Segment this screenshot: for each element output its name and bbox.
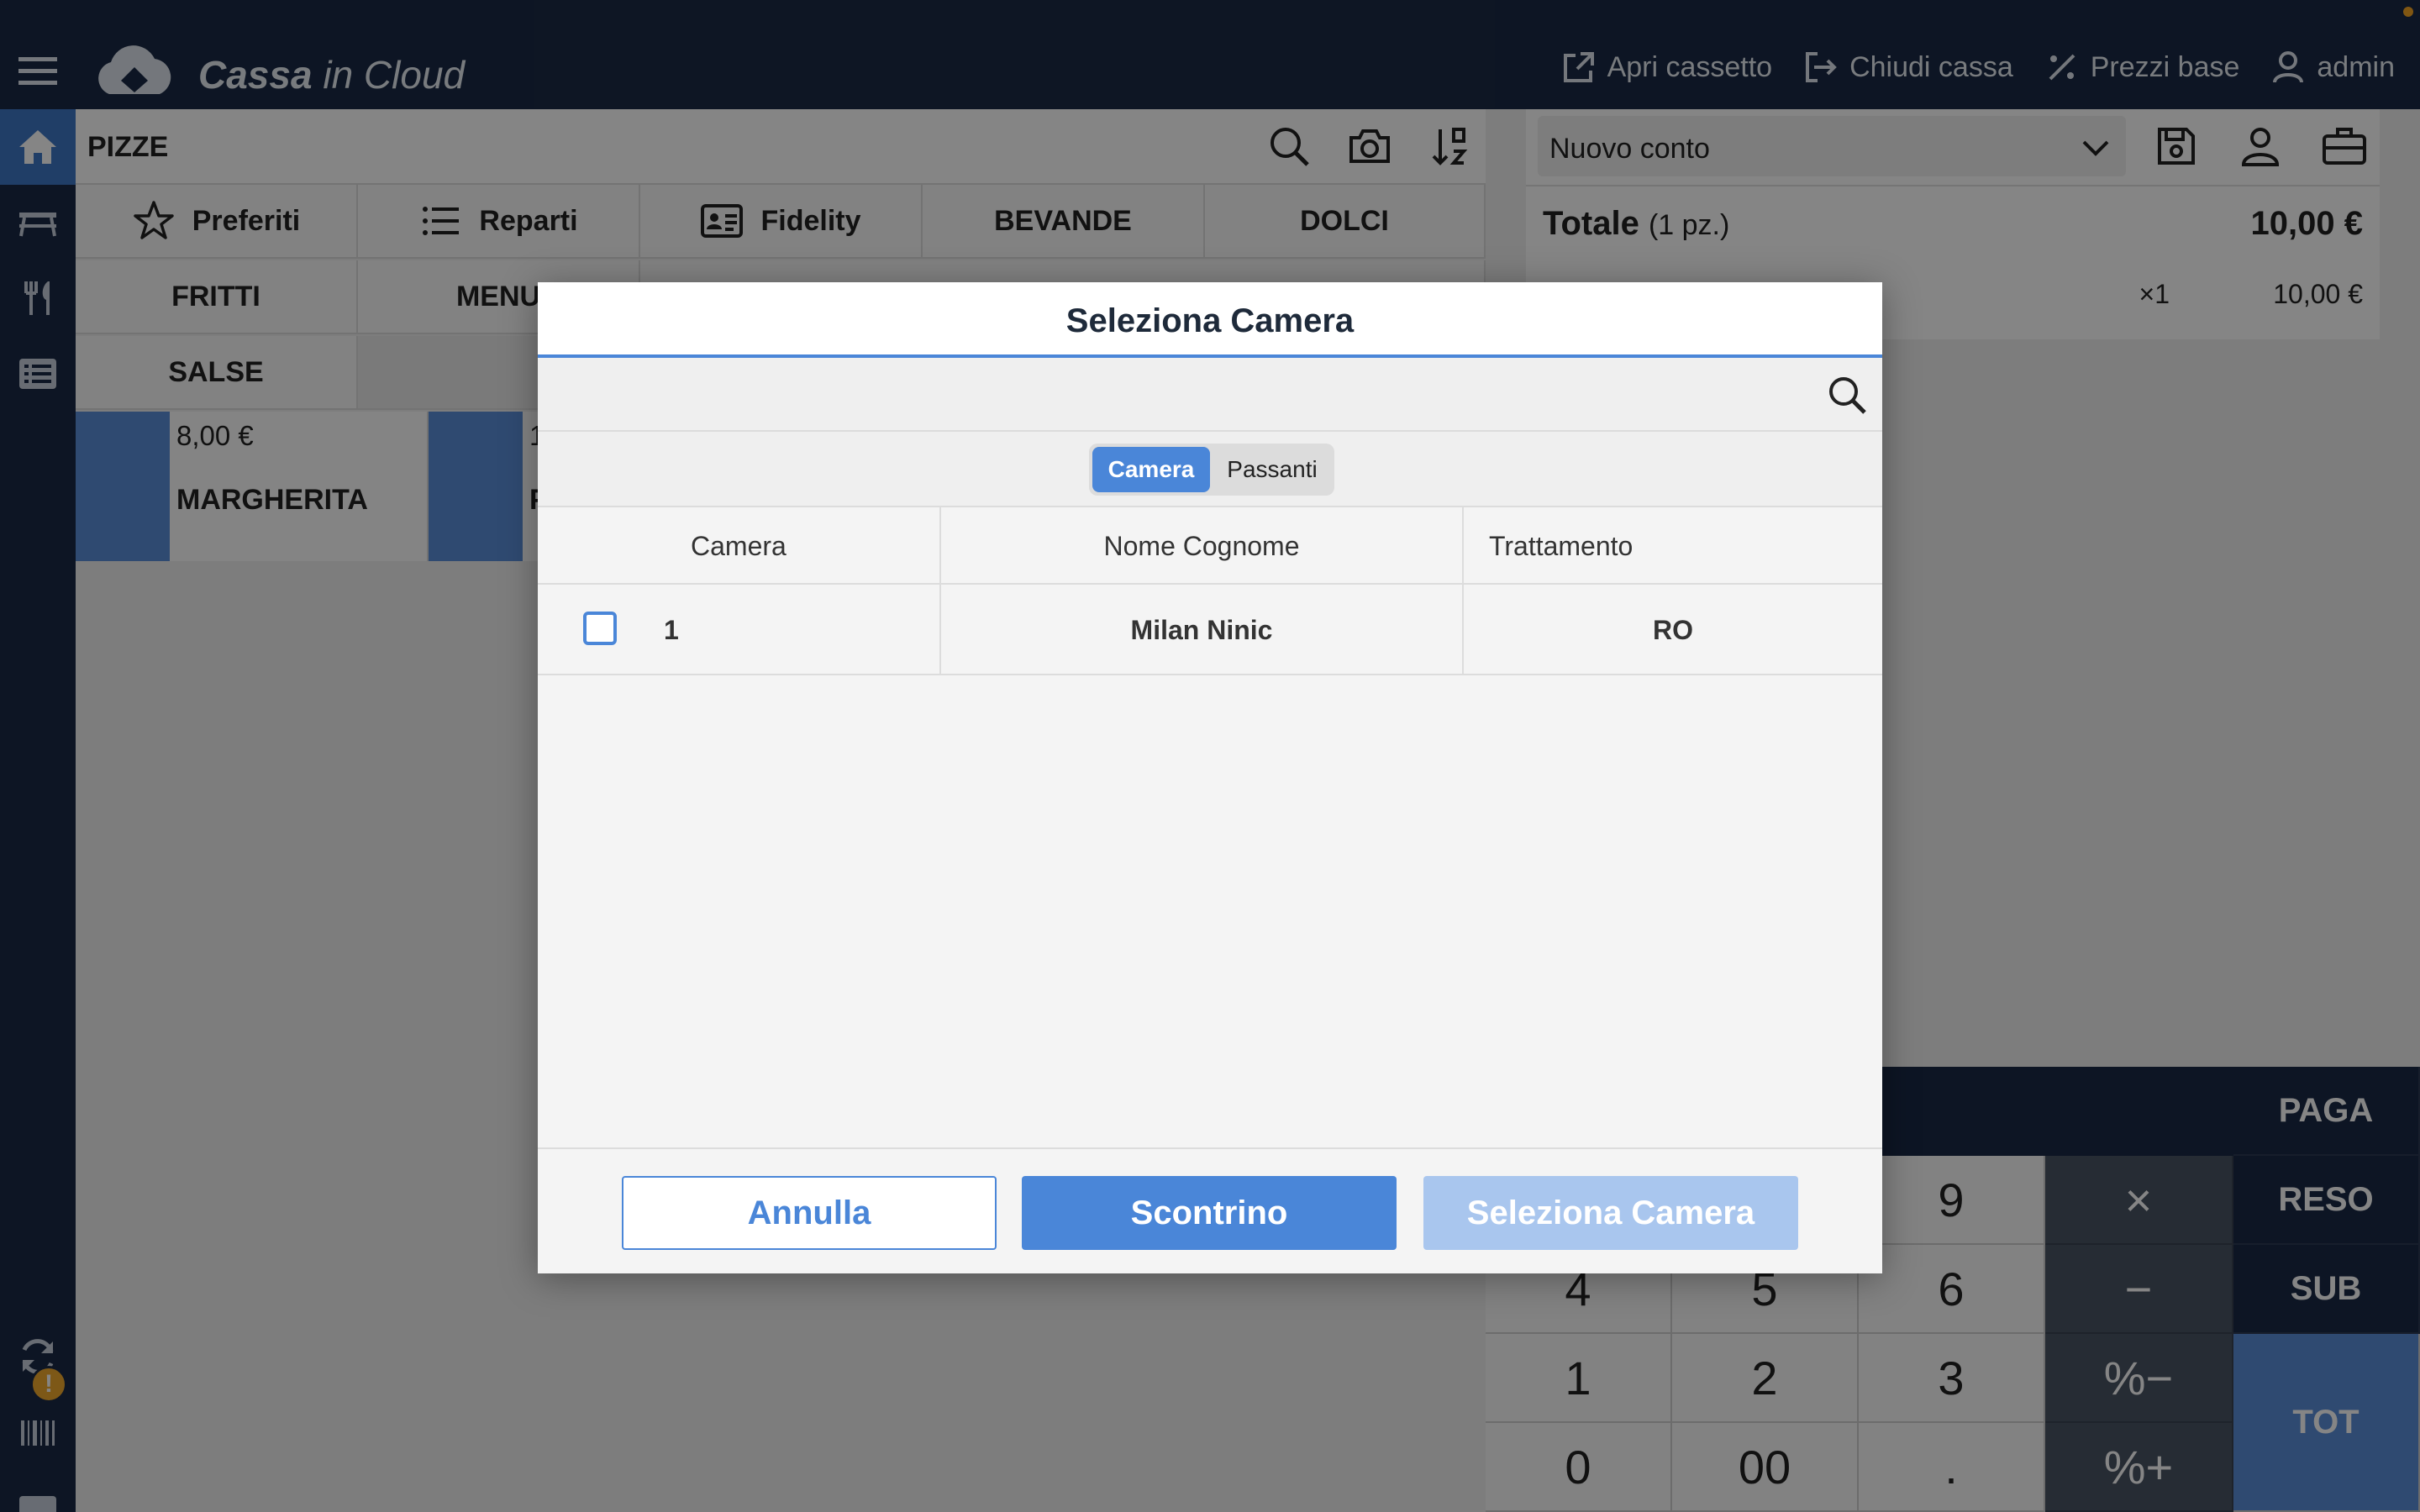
dialog-title: Seleziona Camera bbox=[1065, 302, 1355, 339]
table-header: Camera Nome Cognome Trattamento bbox=[538, 507, 1882, 585]
column-camera[interactable]: Camera bbox=[538, 507, 941, 585]
cell-nome-cognome: Milan Ninic bbox=[941, 585, 1464, 675]
cell-trattamento: RO bbox=[1653, 614, 1693, 645]
seleziona-camera-dialog: Seleziona Camera Camera Passanti Camera … bbox=[538, 282, 1882, 1273]
cell-camera: 1 bbox=[538, 585, 941, 675]
segmented-control: Camera Passanti bbox=[1089, 444, 1334, 496]
search-input[interactable] bbox=[538, 358, 1798, 430]
seleziona-camera-button[interactable]: Seleziona Camera bbox=[1423, 1176, 1798, 1250]
scontrino-button[interactable]: Scontrino bbox=[1022, 1176, 1397, 1250]
annulla-button[interactable]: Annulla bbox=[622, 1176, 997, 1250]
column-trattamento[interactable]: Trattamento bbox=[1464, 507, 1882, 585]
segment-row: Camera Passanti bbox=[538, 432, 1882, 507]
search-icon[interactable] bbox=[1823, 371, 1870, 418]
segment-passanti[interactable]: Passanti bbox=[1213, 447, 1331, 492]
dialog-footer: Annulla Scontrino Seleziona Camera bbox=[538, 1147, 1882, 1273]
dialog-header: Seleziona Camera bbox=[538, 282, 1882, 358]
column-nome-cognome[interactable]: Nome Cognome bbox=[941, 507, 1464, 585]
segment-camera[interactable]: Camera bbox=[1092, 447, 1210, 492]
search-bar bbox=[538, 358, 1882, 432]
table-row[interactable]: 1 Milan Ninic RO bbox=[538, 585, 1882, 675]
